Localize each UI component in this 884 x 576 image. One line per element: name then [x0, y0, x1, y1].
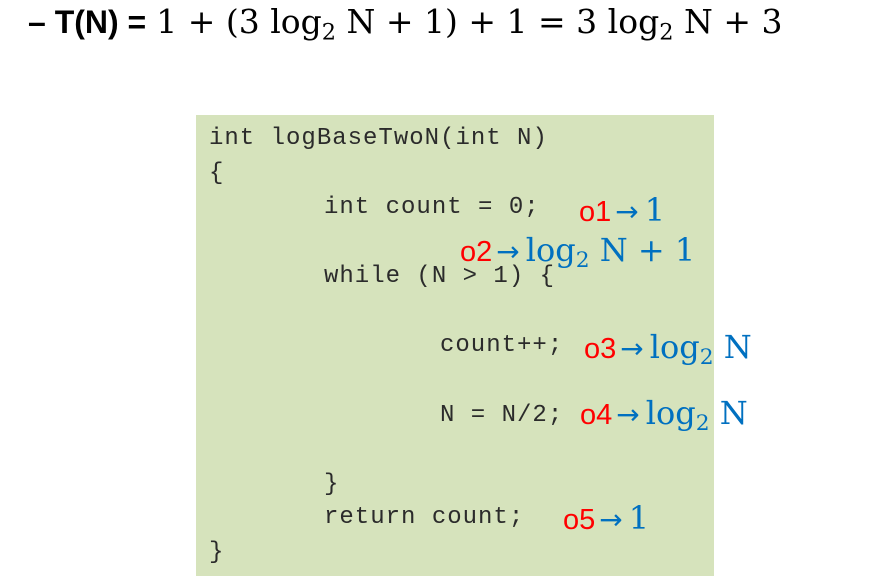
code-line-return: return count;	[324, 504, 525, 531]
formula-lead: – T(N) =	[28, 4, 147, 40]
right-arrow-icon: →	[615, 195, 639, 228]
code-line-halve: N = N/2;	[440, 402, 564, 429]
right-arrow-icon: →	[616, 398, 640, 431]
cost-label: log2 N + 1	[525, 231, 696, 274]
complexity-formula: – T(N) = 1 + (3 log2 N + 1) + 1 = 3 log2…	[28, 2, 783, 46]
operation-label: o2	[460, 236, 493, 268]
operation-label: o4	[580, 399, 613, 431]
formula-subscript-2: 2	[659, 19, 674, 46]
operation-label: o3	[584, 333, 617, 365]
code-line-signature: int logBaseTwoN(int N)	[209, 125, 548, 152]
right-arrow-icon: →	[620, 332, 644, 365]
code-line-open-brace: {	[209, 160, 225, 187]
cost-label: 1	[628, 499, 650, 537]
cost-label: log2 N	[649, 328, 752, 371]
formula-part-2: N + 1) + 1 = 3 log	[336, 2, 660, 41]
annotation-o3: o3 → log2 N	[584, 328, 752, 371]
operation-label: o1	[579, 196, 612, 228]
formula-part-3: N + 3	[673, 2, 783, 41]
cost-label: log2 N	[645, 394, 748, 437]
annotation-o2: o2 → log2 N + 1	[460, 231, 696, 274]
formula-subscript-1: 2	[321, 19, 337, 46]
annotation-o4: o4 → log2 N	[580, 394, 748, 437]
annotation-o5: o5 → 1	[563, 500, 649, 538]
formula-expression: 1 + (3 log2 N + 1) + 1 = 3 log2 N + 3	[156, 2, 783, 44]
code-line-inner-close: }	[324, 471, 340, 498]
right-arrow-icon: →	[496, 235, 520, 268]
operation-label: o5	[563, 504, 596, 536]
right-arrow-icon: →	[599, 503, 623, 536]
annotation-o1: o1 → 1	[579, 192, 665, 230]
code-line-close-brace: }	[209, 539, 225, 566]
cost-label: 1	[644, 191, 666, 229]
code-line-count-init: int count = 0;	[324, 194, 540, 221]
formula-part-1: 1 + (3 log	[156, 2, 322, 41]
code-line-increment: count++;	[440, 332, 564, 359]
